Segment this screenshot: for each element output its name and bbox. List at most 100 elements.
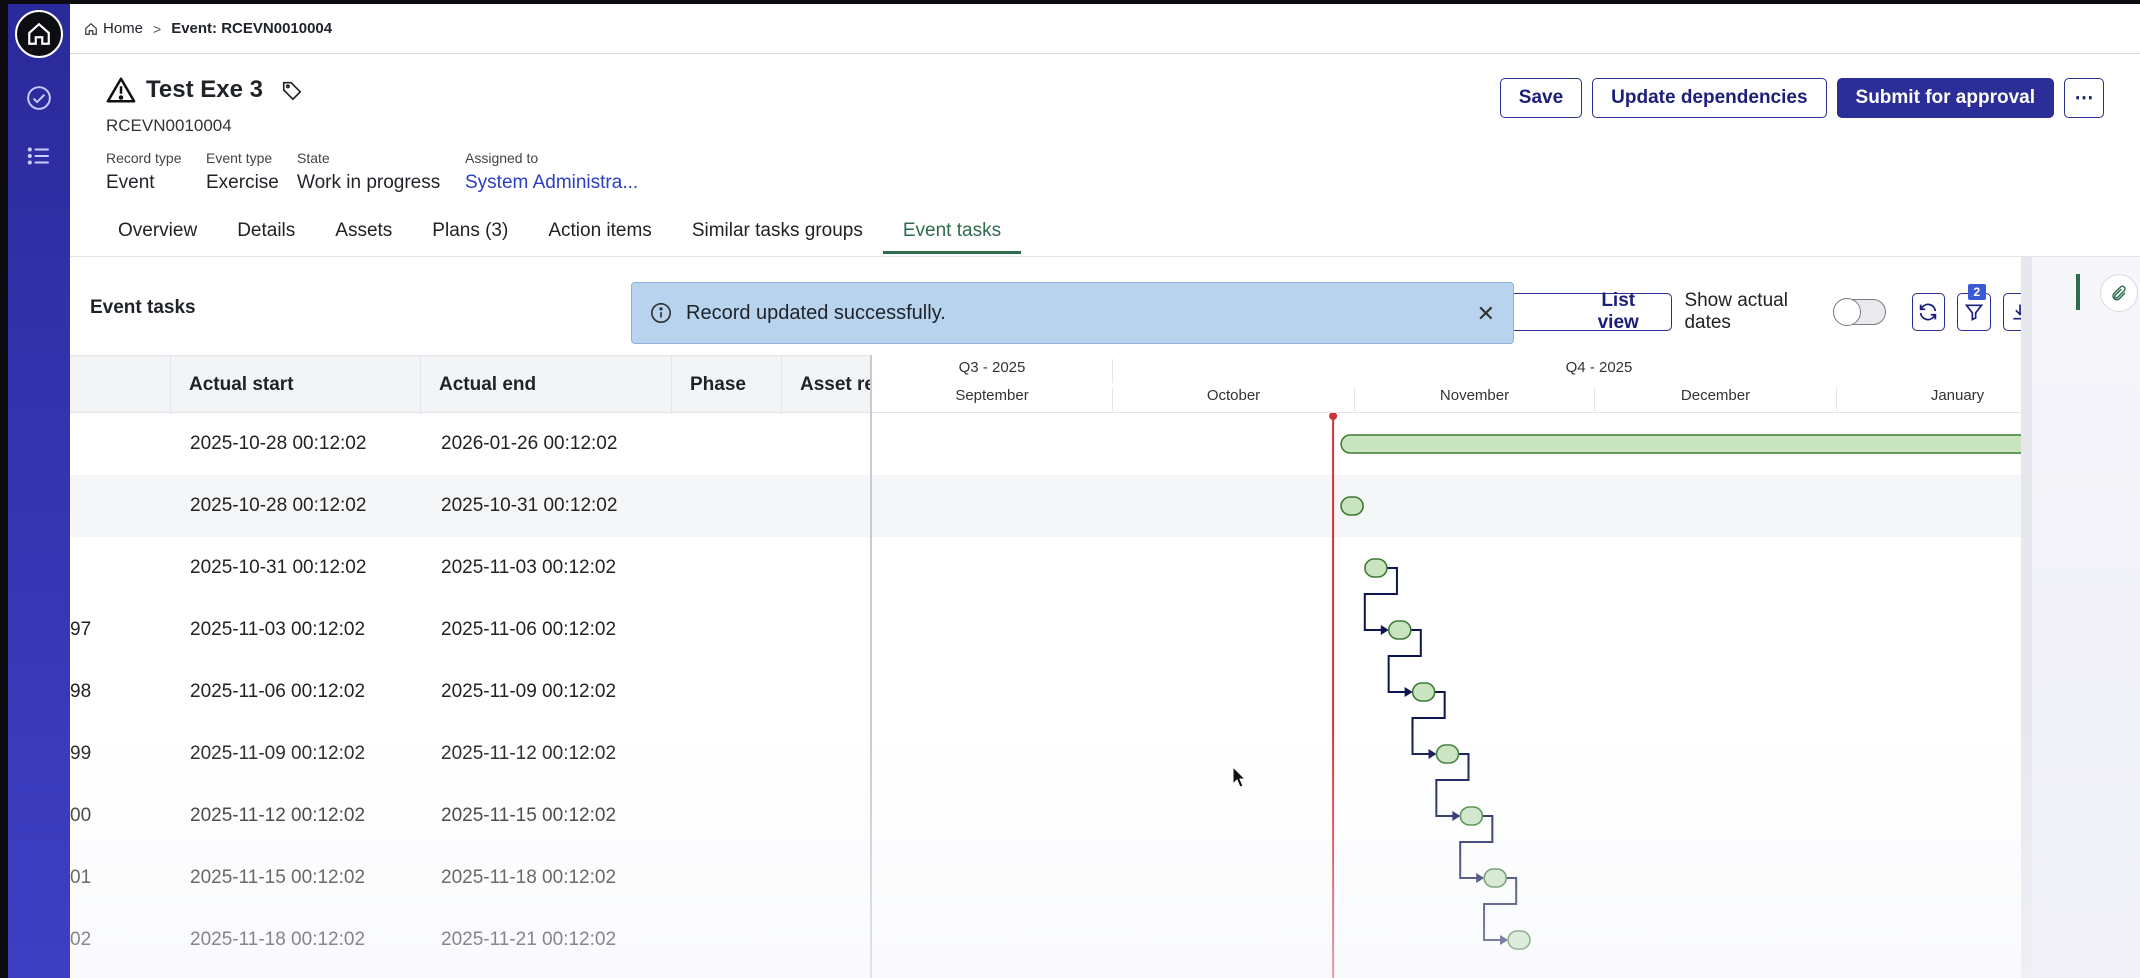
app-window: Home > Event: RCEVN0010004 Test Exe 3 RC… (8, 4, 2140, 978)
today-marker (1329, 413, 1338, 420)
tab-plans[interactable]: Plans (3) (412, 220, 528, 254)
row-actual-end: 2025-11-15 00:12:02 (441, 805, 617, 826)
attachments-button[interactable] (2100, 274, 2138, 312)
dependency-arrow (1476, 873, 1485, 883)
row-actual-start: 2025-11-12 00:12:02 (190, 805, 366, 826)
tab-action-items[interactable]: Action items (528, 220, 671, 254)
side-panel-strip (2032, 257, 2140, 978)
row-actual-end: 2025-10-31 00:12:02 (441, 495, 618, 516)
refresh-icon (1920, 303, 1937, 321)
row-actual-start: 2025-10-28 00:12:02 (190, 433, 367, 454)
info-icon (651, 303, 671, 323)
tab-event-tasks[interactable]: Event tasks (882, 220, 1022, 254)
state-value: Work in progress (297, 172, 441, 193)
column-header-actual-end[interactable]: Actual end (420, 356, 671, 414)
close-icon[interactable]: ✕ (1477, 301, 1495, 327)
scrollbar-track[interactable] (2021, 257, 2032, 978)
header-actions: Save Update dependencies Submit for appr… (1499, 78, 2104, 118)
event-type-label: Event type (206, 150, 273, 166)
column-header-actual-start[interactable]: Actual start (170, 356, 420, 414)
row-actual-start: 2025-11-06 00:12:02 (190, 681, 366, 702)
dependency-arrow (1428, 749, 1437, 759)
column-header-phase[interactable]: Phase (671, 356, 781, 414)
warning-icon (106, 77, 136, 103)
gantt-task-bar[interactable] (1364, 558, 1388, 578)
left-nav-rail (8, 4, 70, 978)
assigned-to-label: Assigned to (465, 150, 539, 166)
refresh-button[interactable] (1911, 293, 1946, 331)
record-tabs: Overview Details Assets Plans (3) Action… (98, 220, 1022, 254)
month-label: September (955, 387, 1029, 404)
record-type-label: Record type (106, 150, 182, 166)
list-view-button[interactable]: List view (1510, 290, 1673, 333)
row-id: 99 (70, 743, 92, 764)
event-type-value: Exercise (206, 172, 279, 193)
list-nav-button[interactable] (25, 142, 53, 170)
gantt-task-bar[interactable] (1507, 930, 1531, 950)
tab-similar-tasks-groups[interactable]: Similar tasks groups (672, 220, 883, 254)
section-title: Event tasks (90, 297, 196, 318)
gantt-task-bar[interactable] (1340, 496, 1364, 516)
gantt-toolbar: List view Show actual dates 2 (1510, 284, 2082, 334)
row-actual-end: 2025-11-03 00:12:02 (441, 557, 617, 578)
row-actual-start: 2025-11-18 00:12:02 (190, 929, 366, 950)
check-circle-icon (27, 86, 51, 110)
breadcrumb: Home > Event: RCEVN0010004 (70, 4, 2140, 54)
row-id: 01 (70, 867, 92, 888)
tab-overview[interactable]: Overview (98, 220, 217, 254)
filter-button[interactable]: 2 (1957, 284, 1991, 331)
filter-icon (1964, 304, 1984, 321)
gantt-task-bar[interactable] (1483, 868, 1508, 888)
page-title: Test Exe 3 (146, 76, 263, 103)
gantt-task-bar[interactable] (1411, 682, 1436, 702)
row-actual-end: 2026-01-26 00:12:02 (441, 433, 618, 454)
tab-assets[interactable]: Assets (315, 220, 412, 254)
update-dependencies-button[interactable]: Update dependencies (1592, 78, 1827, 118)
breadcrumb-home-label: Home (103, 20, 144, 37)
tag-icon[interactable] (281, 79, 303, 101)
save-button[interactable]: Save (1499, 78, 1583, 118)
toast-message: Record updated successfully. (686, 301, 946, 324)
breadcrumb-home-link[interactable]: Home (84, 20, 143, 37)
row-actual-end: 2025-11-18 00:12:02 (441, 867, 617, 888)
row-id: 97 (70, 619, 92, 640)
home-button[interactable] (15, 10, 63, 58)
gantt-task-bar[interactable] (1340, 434, 2052, 454)
gantt-row-bg (872, 475, 2085, 537)
list-icon (27, 147, 49, 165)
gantt-chart: Q3 - 2025 Q4 - 2025 September October No… (870, 355, 2085, 978)
tab-details[interactable]: Details (217, 220, 315, 254)
breadcrumb-current: Event: RCEVN0010004 (171, 20, 333, 37)
row-actual-start: 2025-11-03 00:12:02 (190, 619, 366, 640)
gantt-task-bar[interactable] (1459, 806, 1484, 826)
record-header: Test Exe 3 RCEVN0010004 Record type Even… (70, 54, 2140, 254)
more-actions-button[interactable]: ⋯ (2064, 78, 2104, 118)
state-label: State (297, 150, 330, 166)
show-actual-dates-label: Show actual dates (1684, 290, 1788, 333)
record-number: RCEVN0010004 (106, 116, 232, 135)
assigned-to-link[interactable]: System Administra... (465, 172, 638, 194)
row-actual-start: 2025-10-28 00:12:02 (190, 495, 367, 516)
column-header-asset[interactable]: Asset re (781, 356, 870, 414)
event-tasks-panel: Event tasks List view Show actual dates … (70, 257, 2140, 978)
row-id: 98 (70, 681, 92, 702)
gantt-task-bar[interactable] (1387, 620, 1412, 640)
success-toast: Record updated successfully. ✕ (631, 282, 1514, 344)
dependency-arrow (1500, 935, 1509, 945)
row-actual-end: 2025-11-21 00:12:02 (441, 929, 617, 950)
state-field: State Work in progress (297, 150, 440, 194)
row-actual-end: 2025-11-06 00:12:02 (441, 619, 617, 640)
row-actual-end: 2025-11-12 00:12:02 (441, 743, 617, 764)
row-id: 02 (70, 929, 92, 950)
event-type-field: Event type Exercise (206, 150, 279, 194)
month-label: December (1594, 387, 1836, 411)
gantt-task-bar[interactable] (1435, 744, 1460, 764)
quarter-label: Q3 - 2025 (958, 359, 1026, 376)
show-actual-dates-toggle[interactable] (1832, 298, 1886, 326)
submit-for-approval-button[interactable]: Submit for approval (1836, 78, 2054, 118)
approvals-nav-button[interactable] (25, 84, 53, 112)
gantt-timescale: Q3 - 2025 Q4 - 2025 September October No… (872, 355, 2085, 413)
assigned-to-field: Assigned to System Administra... (465, 150, 638, 194)
chevron-right-icon: > (153, 20, 162, 37)
row-actual-start: 2025-11-15 00:12:02 (190, 867, 366, 888)
